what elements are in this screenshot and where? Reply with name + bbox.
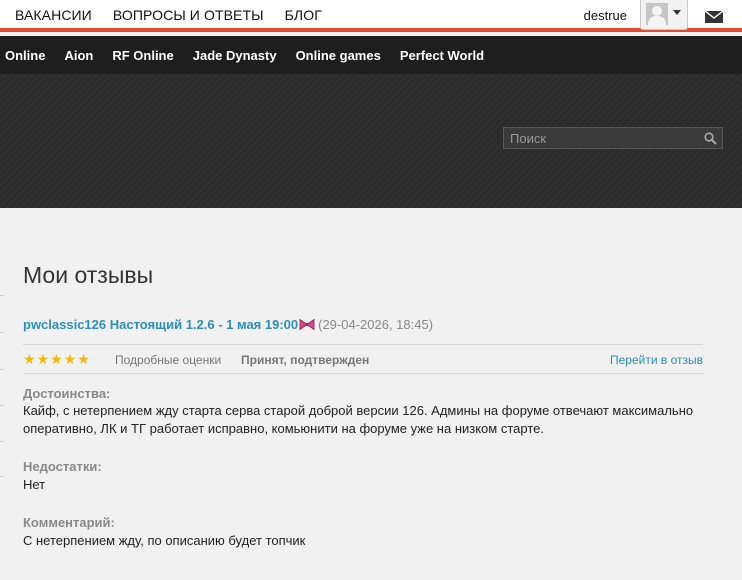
game-nav-rf-online[interactable]: RF Online [112,48,173,63]
username[interactable]: destrue [584,8,627,23]
status-badge: Принят, подтвержден [241,353,370,367]
hero-banner: Online Aion RF Online Jade Dynasty Onlin… [0,36,742,208]
star-icon: ★ [63,351,77,367]
game-nav-online[interactable]: Online [5,48,45,63]
star-icon: ★ [77,351,90,367]
game-nav-perfect-world[interactable]: Perfect World [400,48,484,63]
review-date: (29-04-2026, 18:45) [318,317,434,332]
goto-review-link[interactable]: Перейти в отзыв [610,353,703,367]
star-icon: ★ [36,351,50,367]
top-nav: ВАКАНСИИ ВОПРОСЫ И ОТВЕТЫ БЛОГ [15,7,322,23]
comment-label: Комментарий: [23,515,115,530]
main-content: Мои отзывы pwclassic126 Настоящий 1.2.6 … [0,208,742,580]
rating-row: ★ ★ ★ ★ ★ Подробные оценки Принят, подтв… [23,344,703,374]
bow-icon [299,318,315,331]
top-bar: ВАКАНСИИ ВОПРОСЫ И ОТВЕТЫ БЛОГ destrue [0,0,742,32]
user-silhouette-icon [648,6,666,25]
pros-text: Кайф, с нетерпением жду старта серва ста… [23,403,694,436]
page-title: Мои отзывы [23,262,154,288]
star-icon: ★ [23,351,36,367]
cons-text: Нет [23,477,46,492]
pros-label: Достоинства: [23,386,111,401]
comment-text: С нетерпением жду, по описанию будет топ… [23,533,306,548]
side-divider-marks [0,208,4,580]
top-nav-qa[interactable]: ВОПРОСЫ И ОТВЕТЫ [113,7,264,23]
avatar [646,3,668,25]
review-header: pwclassic126 Настоящий 1.2.6 - 1 мая 19:… [23,317,433,332]
search-input[interactable] [504,128,694,148]
game-nav-aion[interactable]: Aion [64,48,93,63]
top-nav-blog[interactable]: БЛОГ [285,7,322,23]
top-nav-jobs[interactable]: ВАКАНСИИ [15,7,92,23]
chevron-down-icon [673,10,681,15]
user-menu-button[interactable] [640,0,688,30]
mail-icon[interactable] [705,11,723,23]
game-nav-online-games[interactable]: Online games [296,48,381,63]
search-box [503,127,723,149]
star-icon: ★ [50,351,63,367]
game-nav: Online Aion RF Online Jade Dynasty Onlin… [0,36,742,74]
search-icon[interactable] [704,132,717,145]
star-rating: ★ ★ ★ ★ ★ [23,352,90,366]
cons-label: Недостатки: [23,459,102,474]
review-title-link[interactable]: pwclassic126 Настоящий 1.2.6 - 1 мая 19:… [23,317,298,332]
detailed-ratings-toggle[interactable]: Подробные оценки [115,353,221,367]
game-nav-jade-dynasty[interactable]: Jade Dynasty [193,48,277,63]
